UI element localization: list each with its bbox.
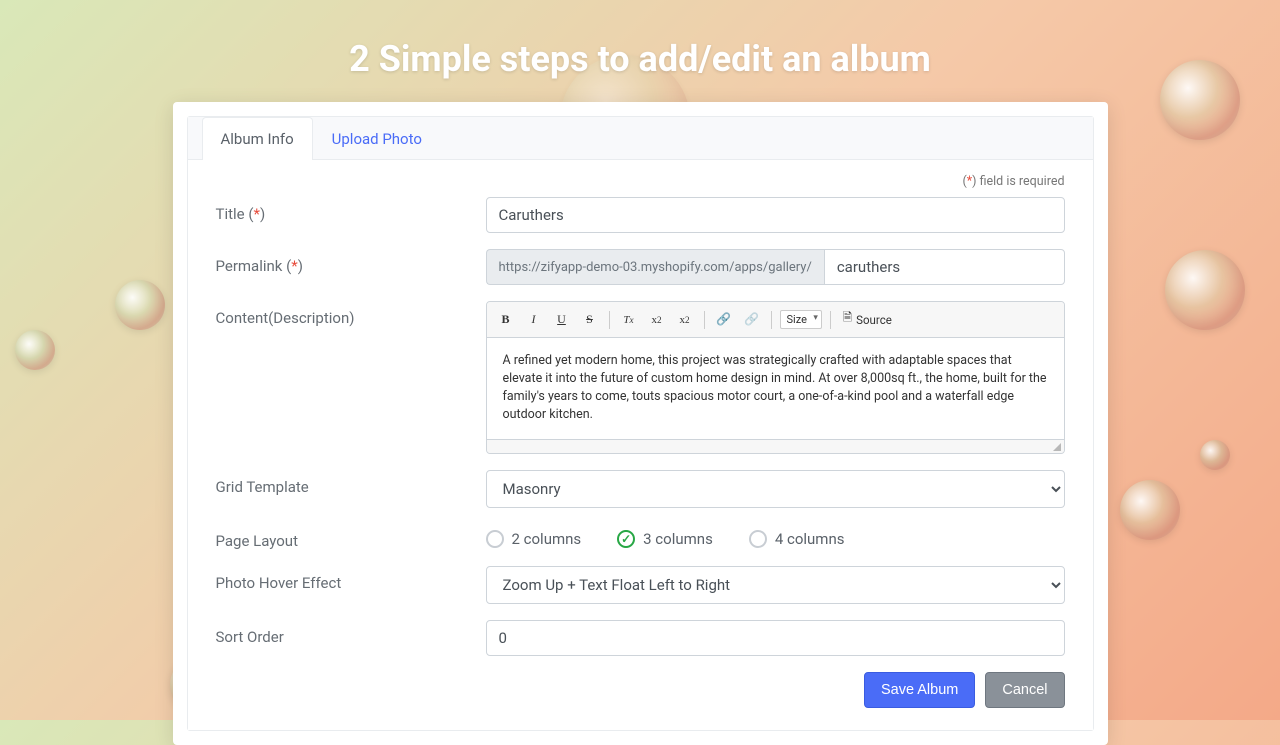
source-icon: 🗎 [843, 310, 852, 329]
label-sort-order: Sort Order [216, 620, 486, 646]
radio-4-columns[interactable]: 4 columns [749, 530, 845, 548]
editor-textarea[interactable]: A refined yet modern home, this project … [487, 338, 1064, 439]
editor-toolbar: B I U S Tx x2 x2 🔗 🔗 Size [487, 302, 1064, 338]
label-content: Content(Description) [216, 301, 486, 327]
hover-effect-select[interactable]: Zoom Up + Text Float Left to Right [486, 566, 1065, 604]
radio-2-columns[interactable]: 2 columns [486, 530, 582, 548]
label-permalink: Permalink (*) [216, 249, 486, 275]
radio-mark-icon [749, 530, 767, 548]
remove-format-icon[interactable]: Tx [618, 309, 640, 331]
required-note: (*) field is required [216, 174, 1065, 189]
label-title: Title (*) [216, 197, 486, 223]
font-size-select[interactable]: Size [780, 310, 822, 329]
tab-album-info[interactable]: Album Info [202, 117, 313, 160]
label-hover-effect: Photo Hover Effect [216, 566, 486, 592]
radio-3-columns[interactable]: 3 columns [617, 530, 713, 548]
page-headline: 2 Simple steps to add/edit an album [0, 0, 1280, 80]
permalink-prefix: https://zifyapp-demo-03.myshopify.com/ap… [486, 249, 824, 285]
form-card: Album Info Upload Photo (*) field is req… [173, 102, 1108, 745]
underline-icon[interactable]: U [551, 309, 573, 331]
label-page-layout: Page Layout [216, 524, 486, 550]
label-grid-template: Grid Template [216, 470, 486, 496]
permalink-input[interactable] [824, 249, 1065, 285]
cancel-button[interactable]: Cancel [985, 672, 1064, 708]
radio-mark-icon [486, 530, 504, 548]
subscript-icon[interactable]: x2 [646, 309, 668, 331]
link-icon[interactable]: 🔗 [713, 309, 735, 331]
editor-resize-handle[interactable] [487, 439, 1064, 453]
superscript-icon[interactable]: x2 [674, 309, 696, 331]
source-button[interactable]: 🗎 Source [839, 308, 896, 331]
tab-bar: Album Info Upload Photo [188, 117, 1093, 160]
italic-icon[interactable]: I [523, 309, 545, 331]
strike-icon[interactable]: S [579, 309, 601, 331]
sort-order-input[interactable] [486, 620, 1065, 656]
grid-template-select[interactable]: Masonry [486, 470, 1065, 508]
tab-upload-photo[interactable]: Upload Photo [313, 117, 441, 160]
save-button[interactable]: Save Album [864, 672, 975, 708]
radio-mark-icon [617, 530, 635, 548]
unlink-icon[interactable]: 🔗 [741, 309, 763, 331]
rich-text-editor: B I U S Tx x2 x2 🔗 🔗 Size [486, 301, 1065, 454]
title-input[interactable] [486, 197, 1065, 233]
bold-icon[interactable]: B [495, 309, 517, 331]
